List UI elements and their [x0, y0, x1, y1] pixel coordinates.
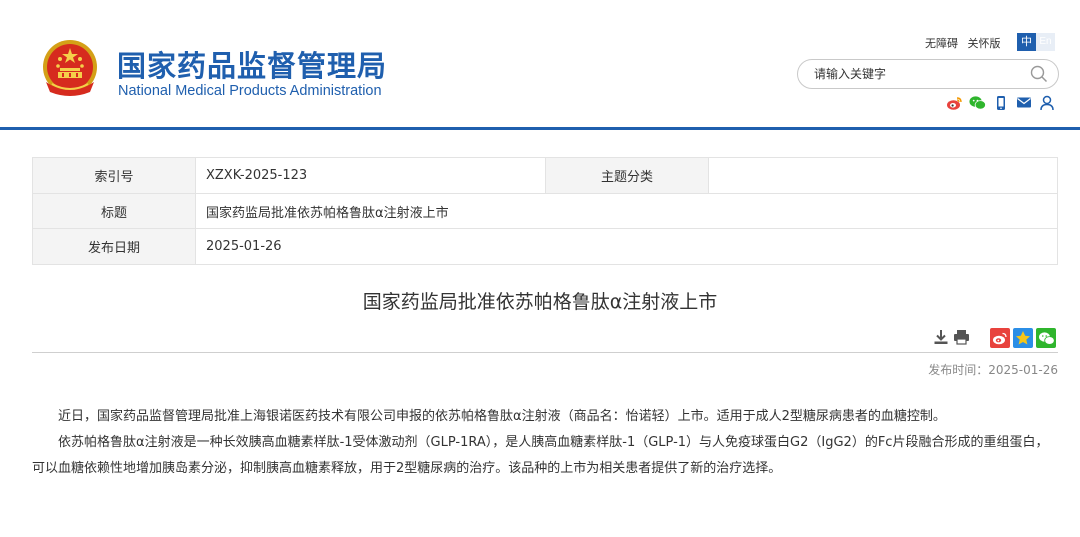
weibo-share-icon[interactable] — [990, 328, 1010, 348]
publish-time-label: 发布时间： — [928, 363, 989, 377]
publish-time: 发布时间：2025-01-26 — [928, 361, 1058, 378]
site-logo-english[interactable]: National Medical Products Administration — [118, 83, 382, 99]
site-logo-chinese[interactable]: 国家药品监督管理局 — [117, 43, 387, 85]
elderly-mode-link[interactable]: 关怀版 — [968, 37, 1001, 50]
title-value: 国家药监局批准依苏帕格鲁肽α注射液上市 — [195, 193, 1058, 229]
article-divider — [32, 352, 1058, 353]
table-row: 标题 国家药监局批准依苏帕格鲁肽α注射液上市 — [32, 193, 1058, 229]
table-row: 发布日期 2025-01-26 — [32, 228, 1058, 265]
accessibility-link[interactable]: 无障碍 — [925, 37, 958, 50]
mobile-icon[interactable] — [992, 94, 1009, 111]
search-box — [797, 59, 1059, 89]
lang-english-button[interactable]: En — [1036, 33, 1055, 51]
social-links — [946, 94, 1055, 112]
wechat-share-icon[interactable] — [1036, 328, 1056, 348]
download-icon[interactable] — [932, 328, 949, 346]
article-paragraph: 依苏帕格鲁肽α注射液是一种长效胰高血糖素样肽-1受体激动剂（GLP-1RA），是… — [32, 435, 1049, 476]
article-tools — [932, 328, 970, 346]
category-label: 主题分类 — [545, 157, 709, 194]
national-emblem-icon[interactable] — [40, 38, 100, 100]
lang-chinese-button[interactable]: 中 — [1017, 33, 1036, 51]
top-links: 无障碍 关怀版 — [925, 35, 1007, 51]
site-header: 国家药品监督管理局 National Medical Products Admi… — [0, 0, 1080, 127]
publish-time-value: 2025-01-26 — [988, 363, 1058, 377]
share-bar — [990, 328, 1056, 348]
info-table: 索引号 XZXK-2025-123 主题分类 标题 国家药监局批准依苏帕格鲁肽α… — [32, 157, 1058, 265]
header-divider — [0, 127, 1080, 130]
title-label: 标题 — [32, 193, 196, 229]
mail-icon[interactable] — [1015, 94, 1032, 111]
wechat-icon[interactable] — [969, 94, 986, 111]
weibo-icon[interactable] — [946, 94, 963, 111]
user-icon[interactable] — [1038, 94, 1055, 111]
search-icon[interactable] — [1030, 65, 1048, 83]
article-paragraph: 近日，国家药品监督管理局批准上海银诺医药技术有限公司申报的依苏帕格鲁肽α注射液（… — [58, 409, 946, 424]
search-input[interactable] — [814, 64, 1024, 84]
table-row: 索引号 XZXK-2025-123 主题分类 — [32, 157, 1058, 194]
index-value: XZXK-2025-123 — [195, 157, 546, 194]
date-value: 2025-01-26 — [195, 228, 1058, 265]
print-icon[interactable] — [953, 328, 970, 346]
category-value — [708, 157, 1058, 194]
index-label: 索引号 — [32, 157, 196, 194]
article-body: 近日，国家药品监督管理局批准上海银诺医药技术有限公司申报的依苏帕格鲁肽α注射液（… — [32, 404, 1058, 482]
qzone-share-icon[interactable] — [1013, 328, 1033, 348]
article-title: 国家药监局批准依苏帕格鲁肽α注射液上市 — [362, 291, 718, 313]
date-label: 发布日期 — [32, 228, 196, 265]
